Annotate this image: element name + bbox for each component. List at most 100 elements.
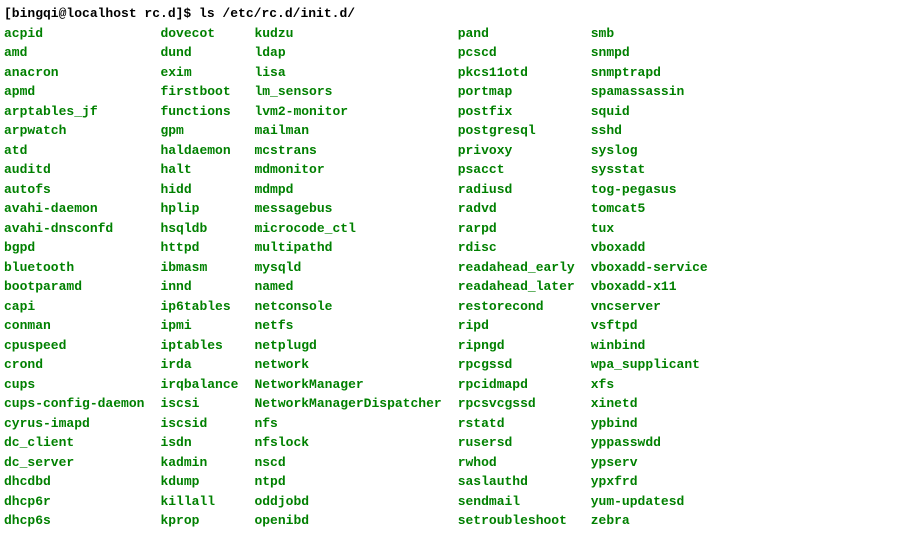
file-entry: anacron [4, 63, 144, 83]
file-entry: winbind [591, 336, 708, 356]
file-entry: cups [4, 375, 144, 395]
file-entry: bootparamd [4, 277, 144, 297]
file-entry: rusersd [458, 433, 575, 453]
file-entry: sysstat [591, 160, 708, 180]
file-entry: dhcp6r [4, 492, 144, 512]
file-entry: mdmonitor [254, 160, 441, 180]
file-entry: innd [160, 277, 238, 297]
file-entry: xfs [591, 375, 708, 395]
file-entry: wpa_supplicant [591, 355, 708, 375]
file-entry: netconsole [254, 297, 441, 317]
file-entry: autofs [4, 180, 144, 200]
file-entry: bluetooth [4, 258, 144, 278]
ls-column-4: pandpcscdpkcs11otdportmappostfixpostgres… [458, 24, 575, 531]
file-entry: cyrus-imapd [4, 414, 144, 434]
file-entry: irqbalance [160, 375, 238, 395]
file-entry: postgresql [458, 121, 575, 141]
ls-output: acpidamdanacronapmdarptables_jfarpwatcha… [4, 24, 910, 531]
file-entry: rpcsvcgssd [458, 394, 575, 414]
file-entry: postfix [458, 102, 575, 122]
file-entry: apmd [4, 82, 144, 102]
file-entry: iscsi [160, 394, 238, 414]
file-entry: functions [160, 102, 238, 122]
file-entry: rstatd [458, 414, 575, 434]
file-entry: avahi-dnsconfd [4, 219, 144, 239]
file-entry: NetworkManager [254, 375, 441, 395]
file-entry: lvm2-monitor [254, 102, 441, 122]
file-entry: nscd [254, 453, 441, 473]
shell-prompt: [bingqi@localhost rc.d]$ ls /etc/rc.d/in… [4, 4, 910, 24]
file-entry: acpid [4, 24, 144, 44]
file-entry: vboxadd [591, 238, 708, 258]
file-entry: snmptrapd [591, 63, 708, 83]
file-entry: rdisc [458, 238, 575, 258]
file-entry: pkcs11otd [458, 63, 575, 83]
file-entry: dc_client [4, 433, 144, 453]
file-entry: tux [591, 219, 708, 239]
file-entry: setroubleshoot [458, 511, 575, 531]
file-entry: ripd [458, 316, 575, 336]
file-entry: dund [160, 43, 238, 63]
file-entry: isdn [160, 433, 238, 453]
file-entry: dovecot [160, 24, 238, 44]
file-entry: hplip [160, 199, 238, 219]
file-entry: hsqldb [160, 219, 238, 239]
file-entry: psacct [458, 160, 575, 180]
file-entry: named [254, 277, 441, 297]
file-entry: auditd [4, 160, 144, 180]
file-entry: ripngd [458, 336, 575, 356]
file-entry: avahi-daemon [4, 199, 144, 219]
file-entry: spamassassin [591, 82, 708, 102]
file-entry: mysqld [254, 258, 441, 278]
ls-column-2: dovecotdundeximfirstbootfunctionsgpmhald… [160, 24, 238, 531]
file-entry: dhcdbd [4, 472, 144, 492]
file-entry: ldap [254, 43, 441, 63]
file-entry: sendmail [458, 492, 575, 512]
file-entry: bgpd [4, 238, 144, 258]
file-entry: ypbind [591, 414, 708, 434]
file-entry: amd [4, 43, 144, 63]
file-entry: pcscd [458, 43, 575, 63]
file-entry: dc_server [4, 453, 144, 473]
file-entry: iptables [160, 336, 238, 356]
file-entry: lisa [254, 63, 441, 83]
file-entry: arptables_jf [4, 102, 144, 122]
file-entry: yum-updatesd [591, 492, 708, 512]
file-entry: sshd [591, 121, 708, 141]
file-entry: ip6tables [160, 297, 238, 317]
file-entry: ibmasm [160, 258, 238, 278]
file-entry: lm_sensors [254, 82, 441, 102]
file-entry: ntpd [254, 472, 441, 492]
ls-column-3: kudzuldaplisalm_sensorslvm2-monitormailm… [254, 24, 441, 531]
file-entry: vsftpd [591, 316, 708, 336]
file-entry: firstboot [160, 82, 238, 102]
file-entry: microcode_ctl [254, 219, 441, 239]
file-entry: rarpd [458, 219, 575, 239]
file-entry: capi [4, 297, 144, 317]
file-entry: smb [591, 24, 708, 44]
file-entry: radvd [458, 199, 575, 219]
file-entry: readahead_later [458, 277, 575, 297]
file-entry: kprop [160, 511, 238, 531]
file-entry: openibd [254, 511, 441, 531]
file-entry: kdump [160, 472, 238, 492]
file-entry: multipathd [254, 238, 441, 258]
file-entry: portmap [458, 82, 575, 102]
file-entry: restorecond [458, 297, 575, 317]
file-entry: ipmi [160, 316, 238, 336]
file-entry: mcstrans [254, 141, 441, 161]
file-entry: syslog [591, 141, 708, 161]
file-entry: xinetd [591, 394, 708, 414]
file-entry: vboxadd-x11 [591, 277, 708, 297]
file-entry: atd [4, 141, 144, 161]
file-entry: network [254, 355, 441, 375]
file-entry: zebra [591, 511, 708, 531]
file-entry: killall [160, 492, 238, 512]
file-entry: squid [591, 102, 708, 122]
file-entry: hidd [160, 180, 238, 200]
file-entry: rpcidmapd [458, 375, 575, 395]
file-entry: cups-config-daemon [4, 394, 144, 414]
file-entry: crond [4, 355, 144, 375]
ls-column-5: smbsnmpdsnmptrapdspamassassinsquidsshdsy… [591, 24, 708, 531]
file-entry: messagebus [254, 199, 441, 219]
